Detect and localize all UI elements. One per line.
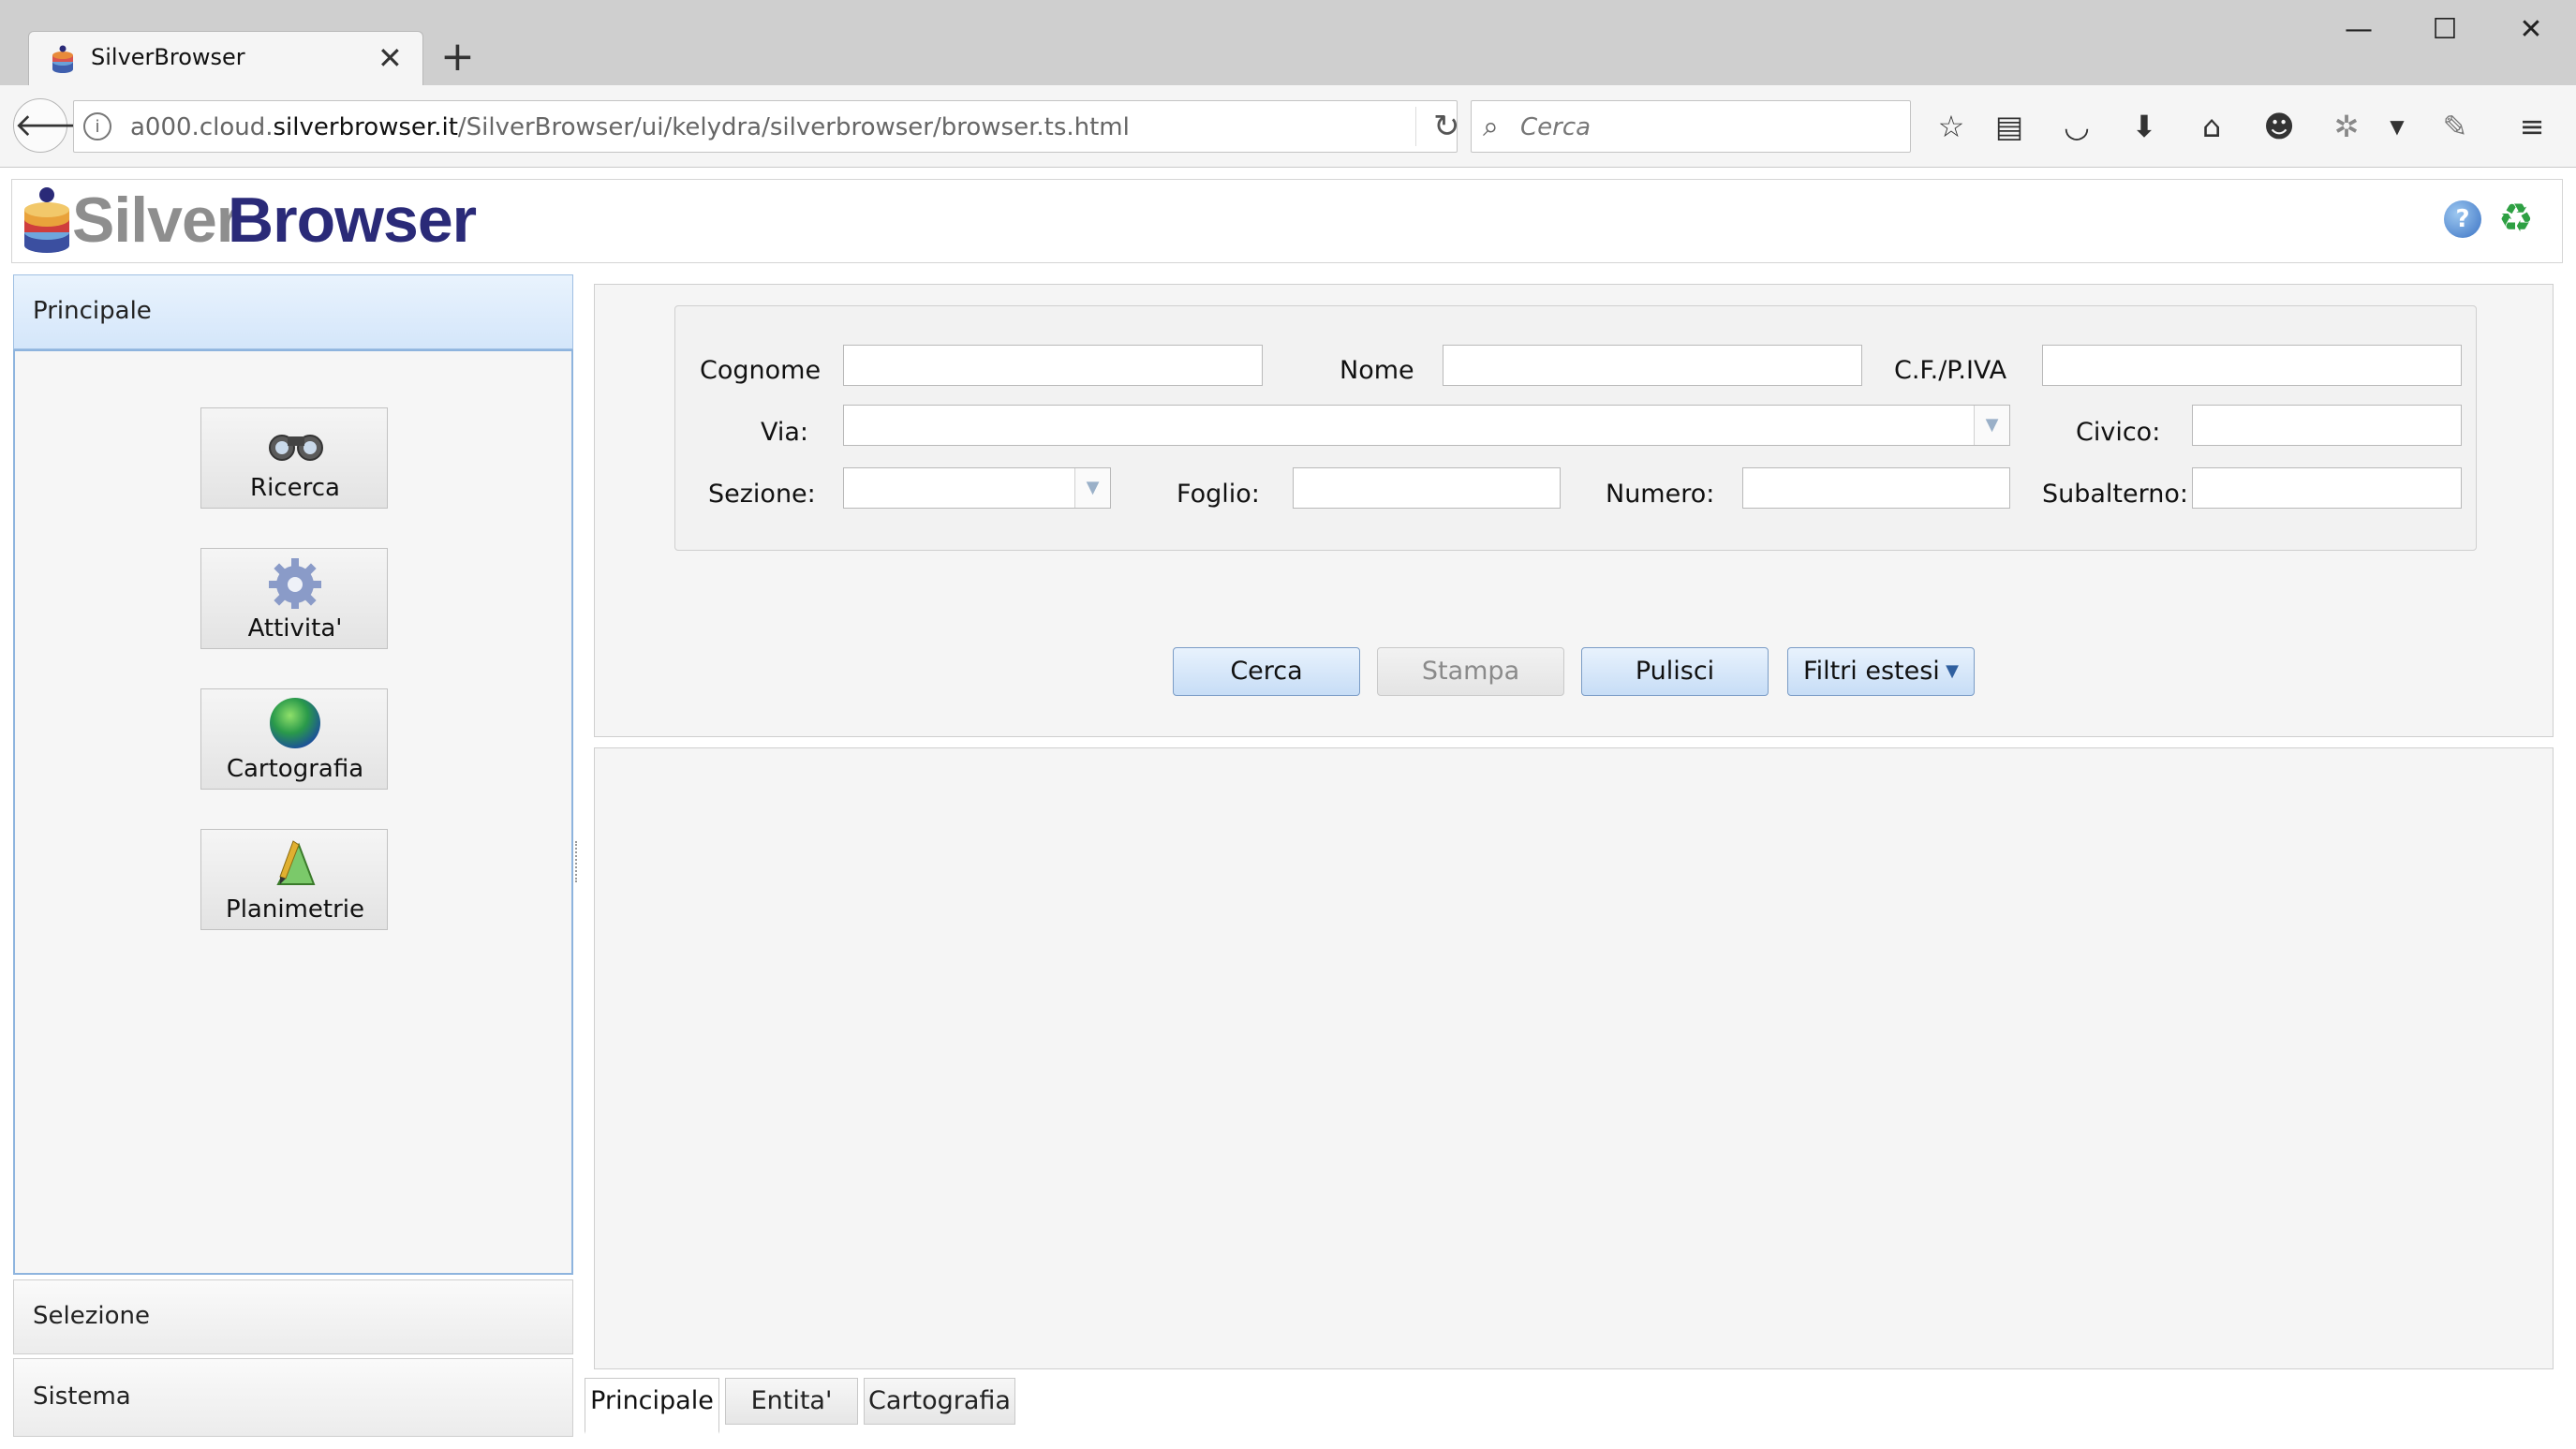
browser-navbar: 🡐 i a000.cloud.silverbrowser.it/SilverBr… bbox=[0, 85, 2576, 168]
foglio-label: Foglio: bbox=[1177, 480, 1260, 509]
accordion-sistema-header[interactable]: Sistema bbox=[13, 1358, 573, 1437]
numero-label: Numero: bbox=[1606, 480, 1715, 509]
silverbrowser-favicon-icon bbox=[52, 45, 73, 73]
reading-list-icon[interactable]: ▤ bbox=[1988, 106, 2031, 149]
panel-splitter[interactable] bbox=[575, 841, 581, 882]
pulisci-button[interactable]: Pulisci bbox=[1581, 647, 1769, 696]
planimetrie-label: Planimetrie bbox=[226, 895, 364, 924]
star-icon[interactable]: ☆ bbox=[1930, 106, 1973, 149]
new-tab-button[interactable]: + bbox=[440, 32, 475, 82]
pin-icon[interactable]: ✎ bbox=[2434, 106, 2477, 149]
browser-search-bar[interactable]: ⌕ Cerca bbox=[1471, 100, 1911, 153]
logo-text-silver: Silver bbox=[72, 185, 241, 256]
search-icon: ⌕ bbox=[1483, 111, 1499, 143]
help-icon[interactable]: ? bbox=[2444, 200, 2481, 238]
accordion-label: Sistema bbox=[33, 1382, 131, 1411]
tab-title: SilverBrowser bbox=[91, 44, 245, 70]
civico-label: Civico: bbox=[2076, 418, 2161, 447]
url-bar[interactable]: i a000.cloud.silverbrowser.it/SilverBrow… bbox=[73, 100, 1460, 153]
civico-input[interactable] bbox=[2192, 405, 2462, 446]
tab-cartografia[interactable]: Cartografia bbox=[864, 1378, 1015, 1425]
via-label: Via: bbox=[761, 418, 809, 447]
cognome-input[interactable] bbox=[843, 345, 1263, 386]
url-text[interactable]: a000.cloud.silverbrowser.it/SilverBrowse… bbox=[130, 113, 1130, 141]
app-header: Silver Browser ? ♻ bbox=[11, 179, 2563, 263]
filtri-estesi-label: Filtri estesi bbox=[1803, 657, 1940, 686]
smiley-icon[interactable]: ☻ bbox=[2258, 106, 2301, 149]
accordion-selezione-header[interactable]: Selezione bbox=[13, 1279, 573, 1354]
url-prefix: a000.cloud. bbox=[130, 113, 274, 141]
tab-close-icon[interactable]: ✕ bbox=[378, 39, 403, 77]
search-placeholder: Cerca bbox=[1520, 113, 1591, 141]
browser-titlebar: SilverBrowser ✕ + — ☐ ✕ bbox=[0, 0, 2576, 85]
via-combobox[interactable]: ▼ bbox=[843, 405, 2010, 446]
numero-input[interactable] bbox=[1742, 467, 2010, 509]
pocket-icon[interactable]: ◡ bbox=[2055, 106, 2098, 149]
dropdown-icon[interactable]: ▼ bbox=[2376, 106, 2419, 149]
info-icon[interactable]: i bbox=[83, 112, 111, 140]
binoculars-icon bbox=[269, 435, 323, 461]
accordion-principale-header[interactable]: Principale bbox=[13, 274, 573, 349]
browser-tab[interactable]: SilverBrowser ✕ bbox=[28, 31, 423, 85]
url-path: /SilverBrowser/ui/kelydra/silverbrowser/… bbox=[457, 113, 1130, 141]
foglio-input[interactable] bbox=[1293, 467, 1561, 509]
subalterno-label: Subalterno: bbox=[2042, 480, 2188, 509]
back-button[interactable]: 🡐 bbox=[13, 98, 99, 153]
close-window-button[interactable]: ✕ bbox=[2505, 9, 2557, 51]
attivita-label: Attivita' bbox=[247, 614, 343, 643]
cartografia-button[interactable]: Cartografia bbox=[200, 688, 388, 790]
gear-icon bbox=[269, 558, 321, 609]
globe-icon bbox=[270, 698, 320, 748]
minimize-window-button[interactable]: — bbox=[2332, 9, 2385, 51]
cerca-button[interactable]: Cerca bbox=[1173, 647, 1360, 696]
maximize-window-button[interactable]: ☐ bbox=[2419, 9, 2471, 51]
ricerca-label: Ricerca bbox=[250, 474, 340, 502]
cf-piva-input[interactable] bbox=[2042, 345, 2462, 386]
chevron-down-icon[interactable]: ▼ bbox=[1074, 468, 1110, 508]
url-domain: silverbrowser.it bbox=[273, 113, 458, 141]
chevron-down-icon[interactable]: ▼ bbox=[1974, 406, 2009, 445]
accordion-label: Principale bbox=[33, 297, 152, 325]
extension-icon[interactable]: ✲ bbox=[2325, 106, 2368, 149]
logo-text-browser: Browser bbox=[228, 185, 477, 256]
cognome-label: Cognome bbox=[700, 356, 822, 385]
download-icon[interactable]: ⬇ bbox=[2123, 106, 2166, 149]
refresh-icon[interactable]: ♻ bbox=[2498, 197, 2534, 240]
tab-principale[interactable]: Principale bbox=[585, 1378, 719, 1434]
cf-piva-label: C.F./P.IVA bbox=[1894, 356, 2007, 385]
sezione-label: Sezione: bbox=[708, 480, 816, 509]
nome-input[interactable] bbox=[1443, 345, 1862, 386]
accordion-principale-body: Ricerca Attivita' Cartografia Planimetri… bbox=[13, 349, 573, 1275]
reload-icon[interactable]: ↻ bbox=[1415, 107, 1460, 146]
tab-entita[interactable]: Entita' bbox=[725, 1378, 858, 1425]
accordion-label: Selezione bbox=[33, 1302, 150, 1330]
planimetrie-button[interactable]: Planimetrie bbox=[200, 829, 388, 930]
results-panel bbox=[594, 747, 2554, 1369]
logo-database-icon bbox=[24, 187, 69, 253]
subalterno-input[interactable] bbox=[2192, 467, 2462, 509]
chevron-down-icon: ▼ bbox=[1946, 661, 1959, 681]
stampa-button[interactable]: Stampa bbox=[1377, 647, 1564, 696]
drafting-icon bbox=[276, 840, 316, 885]
attivita-button[interactable]: Attivita' bbox=[200, 548, 388, 649]
home-icon[interactable]: ⌂ bbox=[2190, 106, 2233, 149]
filtri-estesi-button[interactable]: Filtri estesi ▼ bbox=[1787, 647, 1975, 696]
menu-icon[interactable]: ≡ bbox=[2510, 106, 2554, 149]
ricerca-button[interactable]: Ricerca bbox=[200, 407, 388, 509]
sezione-combobox[interactable]: ▼ bbox=[843, 467, 1111, 509]
nome-label: Nome bbox=[1340, 356, 1414, 385]
cartografia-label: Cartografia bbox=[226, 755, 364, 783]
